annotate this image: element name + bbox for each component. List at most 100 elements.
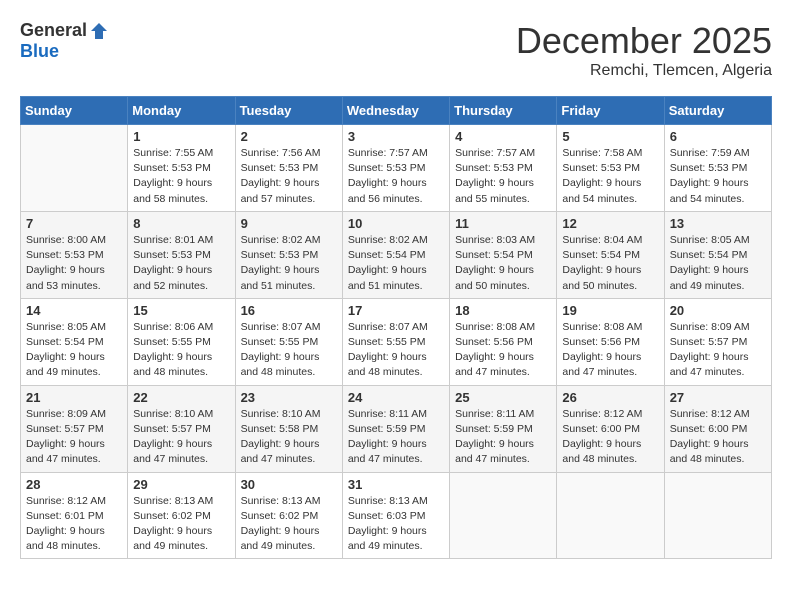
calendar-cell: 31 Sunrise: 8:13 AM Sunset: 6:03 PM Dayli… [342, 472, 449, 559]
calendar-cell: 13 Sunrise: 8:05 AM Sunset: 5:54 PM Dayli… [664, 211, 771, 298]
calendar-cell: 11 Sunrise: 8:03 AM Sunset: 5:54 PM Dayli… [450, 211, 557, 298]
calendar-cell: 22Sunrise: 8:10 AM Sunset: 5:57 PM Dayli… [128, 385, 235, 472]
day-number: 24 [348, 390, 444, 405]
logo-icon [89, 21, 109, 41]
calendar-cell: 25 Sunrise: 8:11 AM Sunset: 5:59 PM Dayli… [450, 385, 557, 472]
week-row-5: 28Sunrise: 8:12 AM Sunset: 6:01 PM Dayli… [21, 472, 772, 559]
day-number: 18 [455, 303, 551, 318]
calendar-cell: 14Sunrise: 8:05 AM Sunset: 5:54 PM Dayli… [21, 298, 128, 385]
calendar-cell: 26 Sunrise: 8:12 AM Sunset: 6:00 PM Dayli… [557, 385, 664, 472]
week-row-3: 14Sunrise: 8:05 AM Sunset: 5:54 PM Dayli… [21, 298, 772, 385]
page-header: General Blue December 2025 Remchi, Tlemc… [20, 20, 772, 80]
day-number: 10 [348, 216, 444, 231]
weekday-header-monday: Monday [128, 97, 235, 125]
weekday-header-friday: Friday [557, 97, 664, 125]
week-row-1: 1Sunrise: 7:55 AM Sunset: 5:53 PM Daylig… [21, 125, 772, 212]
calendar-cell [450, 472, 557, 559]
calendar-cell: 20 Sunrise: 8:09 AM Sunset: 5:57 PM Dayli… [664, 298, 771, 385]
calendar-cell [557, 472, 664, 559]
day-number: 25 [455, 390, 551, 405]
day-number: 28 [26, 477, 122, 492]
day-info: Sunrise: 8:10 AM Sunset: 5:58 PM Dayligh… [241, 407, 337, 468]
logo: General Blue [20, 20, 109, 62]
calendar-cell: 6Sunrise: 7:59 AM Sunset: 5:53 PM Daylig… [664, 125, 771, 212]
calendar-cell: 15 Sunrise: 8:06 AM Sunset: 5:55 PM Dayli… [128, 298, 235, 385]
day-info: Sunrise: 7:55 AM Sunset: 5:53 PM Dayligh… [133, 146, 229, 207]
day-info: Sunrise: 8:08 AM Sunset: 5:56 PM Dayligh… [562, 320, 658, 381]
month-title: December 2025 [516, 20, 772, 62]
logo-blue-text: Blue [20, 41, 59, 62]
day-info: Sunrise: 7:58 AM Sunset: 5:53 PM Dayligh… [562, 146, 658, 207]
weekday-header-row: SundayMondayTuesdayWednesdayThursdayFrid… [21, 97, 772, 125]
day-number: 13 [670, 216, 766, 231]
day-number: 11 [455, 216, 551, 231]
calendar-cell: 5 Sunrise: 7:58 AM Sunset: 5:53 PM Daylig… [557, 125, 664, 212]
day-number: 27 [670, 390, 766, 405]
calendar-cell: 4Sunrise: 7:57 AM Sunset: 5:53 PM Daylig… [450, 125, 557, 212]
day-info: Sunrise: 8:05 AM Sunset: 5:54 PM Dayligh… [26, 320, 122, 381]
day-info: Sunrise: 8:11 AM Sunset: 5:59 PM Dayligh… [348, 407, 444, 468]
calendar-cell [21, 125, 128, 212]
calendar-cell: 1Sunrise: 7:55 AM Sunset: 5:53 PM Daylig… [128, 125, 235, 212]
day-info: Sunrise: 8:07 AM Sunset: 5:55 PM Dayligh… [348, 320, 444, 381]
day-info: Sunrise: 8:03 AM Sunset: 5:54 PM Dayligh… [455, 233, 551, 294]
day-number: 29 [133, 477, 229, 492]
calendar-cell: 16 Sunrise: 8:07 AM Sunset: 5:55 PM Dayli… [235, 298, 342, 385]
calendar-cell [664, 472, 771, 559]
day-info: Sunrise: 8:06 AM Sunset: 5:55 PM Dayligh… [133, 320, 229, 381]
day-number: 31 [348, 477, 444, 492]
calendar-cell: 30Sunrise: 8:13 AM Sunset: 6:02 PM Dayli… [235, 472, 342, 559]
day-info: Sunrise: 8:05 AM Sunset: 5:54 PM Dayligh… [670, 233, 766, 294]
day-number: 7 [26, 216, 122, 231]
day-number: 26 [562, 390, 658, 405]
day-number: 4 [455, 129, 551, 144]
calendar-cell: 3 Sunrise: 7:57 AM Sunset: 5:53 PM Daylig… [342, 125, 449, 212]
day-info: Sunrise: 8:09 AM Sunset: 5:57 PM Dayligh… [26, 407, 122, 468]
day-number: 23 [241, 390, 337, 405]
weekday-header-tuesday: Tuesday [235, 97, 342, 125]
day-number: 2 [241, 129, 337, 144]
day-info: Sunrise: 8:01 AM Sunset: 5:53 PM Dayligh… [133, 233, 229, 294]
calendar-cell: 9Sunrise: 8:02 AM Sunset: 5:53 PM Daylig… [235, 211, 342, 298]
weekday-header-sunday: Sunday [21, 97, 128, 125]
weekday-header-wednesday: Wednesday [342, 97, 449, 125]
day-info: Sunrise: 8:07 AM Sunset: 5:55 PM Dayligh… [241, 320, 337, 381]
day-number: 21 [26, 390, 122, 405]
day-number: 5 [562, 129, 658, 144]
calendar-cell: 18 Sunrise: 8:08 AM Sunset: 5:56 PM Dayli… [450, 298, 557, 385]
calendar-cell: 29Sunrise: 8:13 AM Sunset: 6:02 PM Dayli… [128, 472, 235, 559]
calendar-cell: 8Sunrise: 8:01 AM Sunset: 5:53 PM Daylig… [128, 211, 235, 298]
day-number: 6 [670, 129, 766, 144]
calendar-cell: 10 Sunrise: 8:02 AM Sunset: 5:54 PM Dayli… [342, 211, 449, 298]
day-number: 16 [241, 303, 337, 318]
title-block: December 2025 Remchi, Tlemcen, Algeria [516, 20, 772, 80]
day-info: Sunrise: 8:08 AM Sunset: 5:56 PM Dayligh… [455, 320, 551, 381]
day-number: 3 [348, 129, 444, 144]
week-row-2: 7 Sunrise: 8:00 AM Sunset: 5:53 PM Daylig… [21, 211, 772, 298]
day-info: Sunrise: 7:56 AM Sunset: 5:53 PM Dayligh… [241, 146, 337, 207]
calendar-cell: 24 Sunrise: 8:11 AM Sunset: 5:59 PM Dayli… [342, 385, 449, 472]
day-info: Sunrise: 8:09 AM Sunset: 5:57 PM Dayligh… [670, 320, 766, 381]
calendar-cell: 17 Sunrise: 8:07 AM Sunset: 5:55 PM Dayli… [342, 298, 449, 385]
day-number: 30 [241, 477, 337, 492]
day-info: Sunrise: 7:57 AM Sunset: 5:53 PM Dayligh… [348, 146, 444, 207]
calendar-cell: 19 Sunrise: 8:08 AM Sunset: 5:56 PM Dayli… [557, 298, 664, 385]
day-info: Sunrise: 8:11 AM Sunset: 5:59 PM Dayligh… [455, 407, 551, 468]
day-number: 17 [348, 303, 444, 318]
day-number: 20 [670, 303, 766, 318]
calendar-cell: 2 Sunrise: 7:56 AM Sunset: 5:53 PM Daylig… [235, 125, 342, 212]
day-number: 12 [562, 216, 658, 231]
day-info: Sunrise: 8:00 AM Sunset: 5:53 PM Dayligh… [26, 233, 122, 294]
day-info: Sunrise: 8:02 AM Sunset: 5:54 PM Dayligh… [348, 233, 444, 294]
day-info: Sunrise: 8:13 AM Sunset: 6:03 PM Dayligh… [348, 494, 444, 555]
day-number: 19 [562, 303, 658, 318]
day-info: Sunrise: 8:12 AM Sunset: 6:00 PM Dayligh… [562, 407, 658, 468]
calendar-cell: 27Sunrise: 8:12 AM Sunset: 6:00 PM Dayli… [664, 385, 771, 472]
weekday-header-saturday: Saturday [664, 97, 771, 125]
calendar-cell: 7 Sunrise: 8:00 AM Sunset: 5:53 PM Daylig… [21, 211, 128, 298]
day-number: 9 [241, 216, 337, 231]
calendar-cell: 28Sunrise: 8:12 AM Sunset: 6:01 PM Dayli… [21, 472, 128, 559]
day-number: 15 [133, 303, 229, 318]
weekday-header-thursday: Thursday [450, 97, 557, 125]
calendar-table: SundayMondayTuesdayWednesdayThursdayFrid… [20, 96, 772, 559]
